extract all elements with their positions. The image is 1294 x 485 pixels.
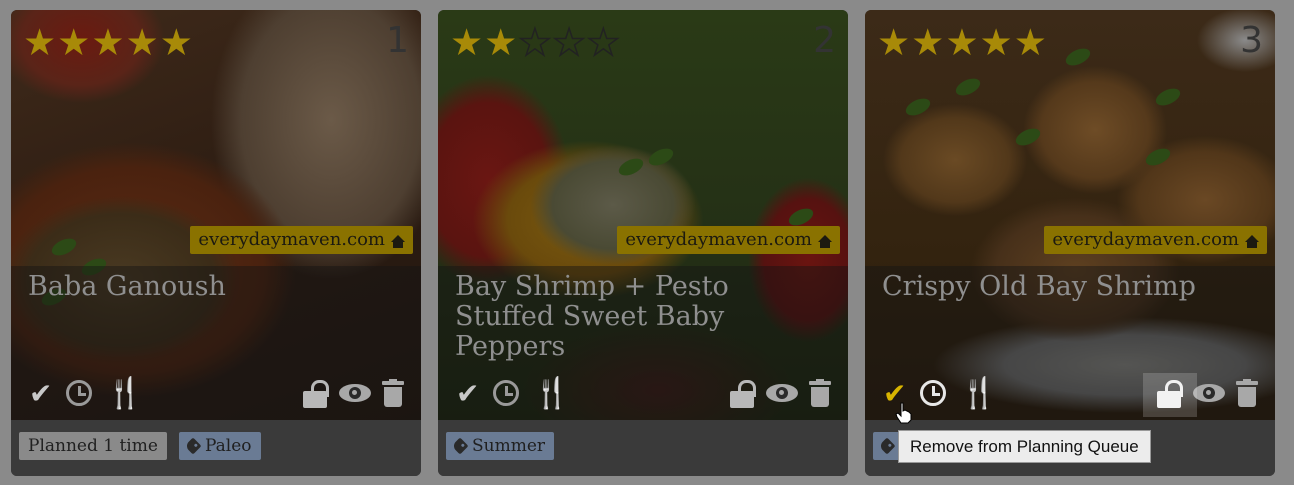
recipe-card[interactable]: ★ ★ ★ ★ ★ 1 everydaymaven.com Baba Ganou… bbox=[11, 10, 421, 476]
fork-knife-icon[interactable]: 🍴 bbox=[960, 376, 997, 411]
star-icon[interactable]: ★ bbox=[484, 24, 517, 61]
home-icon bbox=[1245, 234, 1259, 248]
schedule-button[interactable] bbox=[493, 376, 519, 410]
star-empty-icon[interactable]: ★ bbox=[518, 23, 553, 62]
tooltip: Remove from Planning Queue bbox=[898, 430, 1151, 463]
fork-knife-icon[interactable]: 🍴 bbox=[106, 376, 143, 411]
view-button[interactable] bbox=[339, 376, 371, 410]
source-label: everydaymaven.com bbox=[1052, 229, 1239, 250]
eye-icon bbox=[339, 384, 371, 402]
recipe-actions: ✔ 🍴 bbox=[438, 376, 848, 416]
schedule-button[interactable] bbox=[66, 376, 92, 410]
star-icon[interactable]: ★ bbox=[877, 24, 910, 61]
star-rating[interactable]: ★ ★ ★ ★ ★ bbox=[877, 24, 1047, 61]
star-rating[interactable]: ★ ★ ★ ★ ★ bbox=[450, 23, 621, 62]
eye-icon bbox=[766, 384, 798, 402]
trash-icon bbox=[1236, 379, 1258, 407]
recipe-card[interactable]: ★ ★ ★ ★ ★ 3 everydaymaven.com Crispy Old… bbox=[865, 10, 1275, 476]
home-icon bbox=[818, 234, 832, 248]
clock-icon bbox=[66, 380, 92, 406]
star-icon[interactable]: ★ bbox=[1014, 24, 1047, 61]
clock-icon bbox=[493, 380, 519, 406]
recipe-title[interactable]: Crispy Old Bay Shrimp bbox=[882, 272, 1252, 302]
view-button[interactable] bbox=[766, 376, 798, 410]
star-empty-icon[interactable]: ★ bbox=[552, 23, 587, 62]
star-icon[interactable]: ★ bbox=[945, 24, 978, 61]
trash-icon bbox=[809, 379, 831, 407]
unlock-icon bbox=[730, 378, 756, 408]
fork-knife-icon[interactable]: 🍴 bbox=[533, 376, 570, 411]
star-icon[interactable]: ★ bbox=[911, 24, 944, 61]
star-rating[interactable]: ★ ★ ★ ★ ★ bbox=[23, 24, 193, 61]
recipe-rank: 3 bbox=[1240, 20, 1263, 61]
source-link[interactable]: everydaymaven.com bbox=[1044, 226, 1267, 254]
recipe-actions: ✔ 🍴 bbox=[11, 376, 421, 416]
recipe-title[interactable]: Baba Ganoush bbox=[28, 272, 398, 302]
lock-hover-highlight bbox=[1143, 373, 1197, 417]
star-icon[interactable]: ★ bbox=[450, 24, 483, 61]
tag-icon bbox=[451, 437, 469, 455]
recipe-card[interactable]: ★ ★ ★ ★ ★ 2 everydaymaven.com Bay Shrimp… bbox=[438, 10, 848, 476]
source-link[interactable]: everydaymaven.com bbox=[617, 226, 840, 254]
clock-icon bbox=[920, 380, 946, 406]
trash-icon bbox=[382, 379, 404, 407]
star-icon[interactable]: ★ bbox=[23, 24, 56, 61]
source-link[interactable]: everydaymaven.com bbox=[190, 226, 413, 254]
lock-button[interactable] bbox=[303, 376, 329, 410]
delete-button[interactable] bbox=[809, 376, 831, 410]
star-icon[interactable]: ★ bbox=[160, 24, 193, 61]
home-icon bbox=[391, 234, 405, 248]
star-icon[interactable]: ★ bbox=[91, 24, 124, 61]
recipe-rank: 1 bbox=[386, 20, 409, 61]
planned-count-badge: Planned 1 time bbox=[19, 432, 167, 460]
recipe-rank: 2 bbox=[813, 20, 836, 61]
star-icon[interactable]: ★ bbox=[126, 24, 159, 61]
star-empty-icon[interactable]: ★ bbox=[586, 23, 621, 62]
tag-bar: Summer bbox=[438, 420, 848, 476]
tag-bar: Planned 1 time Paleo bbox=[11, 420, 421, 476]
star-icon[interactable]: ★ bbox=[980, 24, 1013, 61]
lock-button[interactable] bbox=[730, 376, 756, 410]
star-icon[interactable]: ★ bbox=[57, 24, 90, 61]
delete-button[interactable] bbox=[1236, 376, 1258, 410]
source-label: everydaymaven.com bbox=[625, 229, 812, 250]
view-button[interactable] bbox=[1193, 376, 1225, 410]
tag-icon bbox=[184, 437, 202, 455]
tag-icon bbox=[878, 437, 896, 455]
tag-label: Summer bbox=[472, 436, 546, 456]
unlock-icon bbox=[303, 378, 329, 408]
source-label: everydaymaven.com bbox=[198, 229, 385, 250]
hand-pointer-icon bbox=[895, 402, 912, 424]
tag-chip[interactable]: Summer bbox=[446, 432, 555, 460]
schedule-button[interactable] bbox=[920, 376, 946, 410]
recipe-actions: ✔ 🍴 bbox=[865, 376, 1275, 416]
tag-chip[interactable]: Paleo bbox=[179, 432, 261, 460]
eye-icon bbox=[1193, 384, 1225, 402]
delete-button[interactable] bbox=[382, 376, 404, 410]
checkmark-icon[interactable]: ✔ bbox=[456, 376, 479, 410]
tag-label: Paleo bbox=[205, 436, 252, 456]
checkmark-icon[interactable]: ✔ bbox=[29, 376, 52, 410]
recipe-title[interactable]: Bay Shrimp + Pesto Stuffed Sweet Baby Pe… bbox=[455, 272, 825, 362]
